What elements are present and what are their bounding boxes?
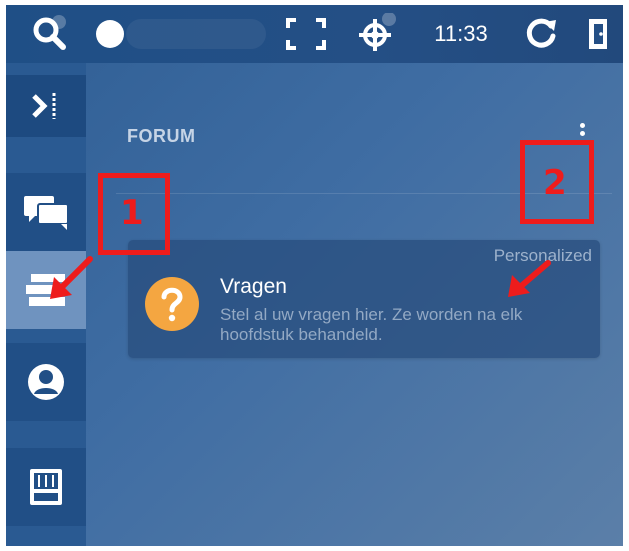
refresh-button[interactable]: [516, 5, 566, 63]
fullscreen-button[interactable]: [276, 5, 336, 63]
clock: 11:33: [434, 21, 488, 46]
exit-door-icon: [589, 19, 607, 49]
annotation-arrow-1: [50, 256, 93, 299]
search-icon: [33, 15, 66, 50]
page-title: FORUM: [127, 126, 196, 146]
locate-button[interactable]: [351, 5, 401, 63]
status-dot-icon: [96, 20, 124, 48]
sidebar-item-tools[interactable]: [6, 448, 86, 526]
annotation-label-2: 2: [543, 163, 567, 203]
toolbox-icon: [30, 469, 62, 505]
main-panel: FORUM Personalized Vragen Stel al uw vra…: [86, 63, 623, 546]
more-dot-icon: [579, 122, 585, 128]
sidebar-item-chat[interactable]: [6, 173, 86, 251]
status-pill: [126, 19, 266, 49]
card-title: Vragen: [220, 275, 287, 298]
sidebar: [6, 63, 86, 546]
exit-button[interactable]: [576, 5, 620, 63]
sidebar-item-profile[interactable]: [6, 343, 86, 421]
question-icon: [145, 277, 199, 331]
status-indicator[interactable]: [90, 5, 130, 63]
refresh-icon: [526, 18, 556, 48]
annotation-arrow-2: [508, 260, 551, 297]
more-dot-icon: [579, 131, 585, 137]
sidebar-item-collapse[interactable]: [6, 75, 86, 137]
user-icon: [28, 364, 64, 400]
collapse-sidebar-icon: [32, 93, 56, 119]
top-bar: 11:33: [6, 5, 623, 63]
app-window: 11:33 FORUM Personalized Vragen Stel al …: [6, 5, 623, 546]
card-description: Stel al uw vragen hier. Ze worden na elk…: [220, 305, 523, 344]
chat-bubbles-icon: [24, 196, 69, 230]
annotation-label-1: 1: [120, 193, 144, 233]
fullscreen-icon: [286, 18, 326, 50]
crosshair-icon: [359, 13, 396, 51]
search-button[interactable]: [24, 5, 74, 63]
